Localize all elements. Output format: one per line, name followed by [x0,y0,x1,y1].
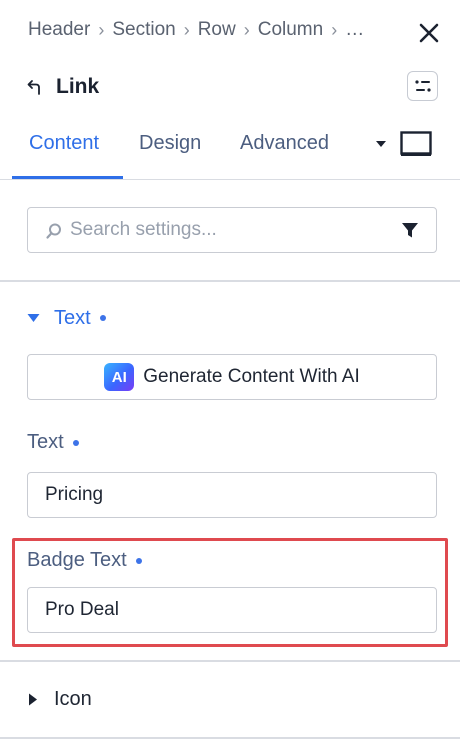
chevron-right-icon: › [183,19,190,40]
chevron-right-icon: › [98,19,105,40]
section-divider [0,737,460,739]
active-tab-indicator [12,176,123,179]
modified-indicator-dot [135,557,142,564]
breadcrumb-item-row[interactable]: Row [198,19,236,41]
search-icon [46,223,61,239]
device-desktop-icon[interactable] [400,131,432,157]
ai-button-label: Generate Content With AI [143,366,360,387]
section-title-text: Text [54,306,91,329]
caret-down-icon[interactable] [375,139,387,149]
badge-text-input[interactable] [27,587,437,633]
section-toggle-text[interactable]: Text [27,305,106,331]
element-options-button[interactable] [407,71,438,101]
triangle-down-icon [27,314,40,322]
search-settings [27,207,437,253]
modified-indicator-dot [72,439,79,446]
section-divider [0,660,460,662]
tab-content[interactable]: Content [29,132,99,155]
breadcrumb-item-header[interactable]: Header [28,19,90,41]
text-field-label-text: Text [27,431,64,453]
breadcrumb-overflow[interactable]: … [345,19,364,41]
chevron-right-icon: › [243,19,250,40]
tab-bar: Content Design Advanced [0,118,460,180]
search-input[interactable] [70,217,390,243]
back-arrow-icon[interactable] [26,78,44,96]
close-button[interactable] [416,20,442,46]
breadcrumb-item-section[interactable]: Section [112,19,175,41]
chevron-right-icon: › [331,19,338,40]
section-title-icon: Icon [54,687,92,710]
modified-indicator-dot [99,315,106,321]
badge-text-field-label: Badge Text [27,549,142,572]
text-field-label: Text [27,431,79,454]
section-divider [0,280,460,282]
section-toggle-icon[interactable]: Icon [28,686,92,712]
generate-content-ai-button[interactable]: AI Generate Content With AI [27,354,437,400]
panel-header: Link [26,72,99,102]
tab-advanced[interactable]: Advanced [240,132,329,155]
ai-icon: AI [104,363,135,391]
triangle-right-icon [29,693,37,705]
text-field-input[interactable] [27,472,437,518]
breadcrumb: Header › Section › Row › Column › … [28,19,364,41]
filter-icon[interactable] [401,222,419,239]
badge-text-label-text: Badge Text [27,549,127,571]
breadcrumb-item-column[interactable]: Column [258,19,323,41]
tab-design[interactable]: Design [139,132,201,155]
options-icon [414,80,431,92]
panel-title: Link [56,75,100,98]
close-icon [419,23,439,43]
